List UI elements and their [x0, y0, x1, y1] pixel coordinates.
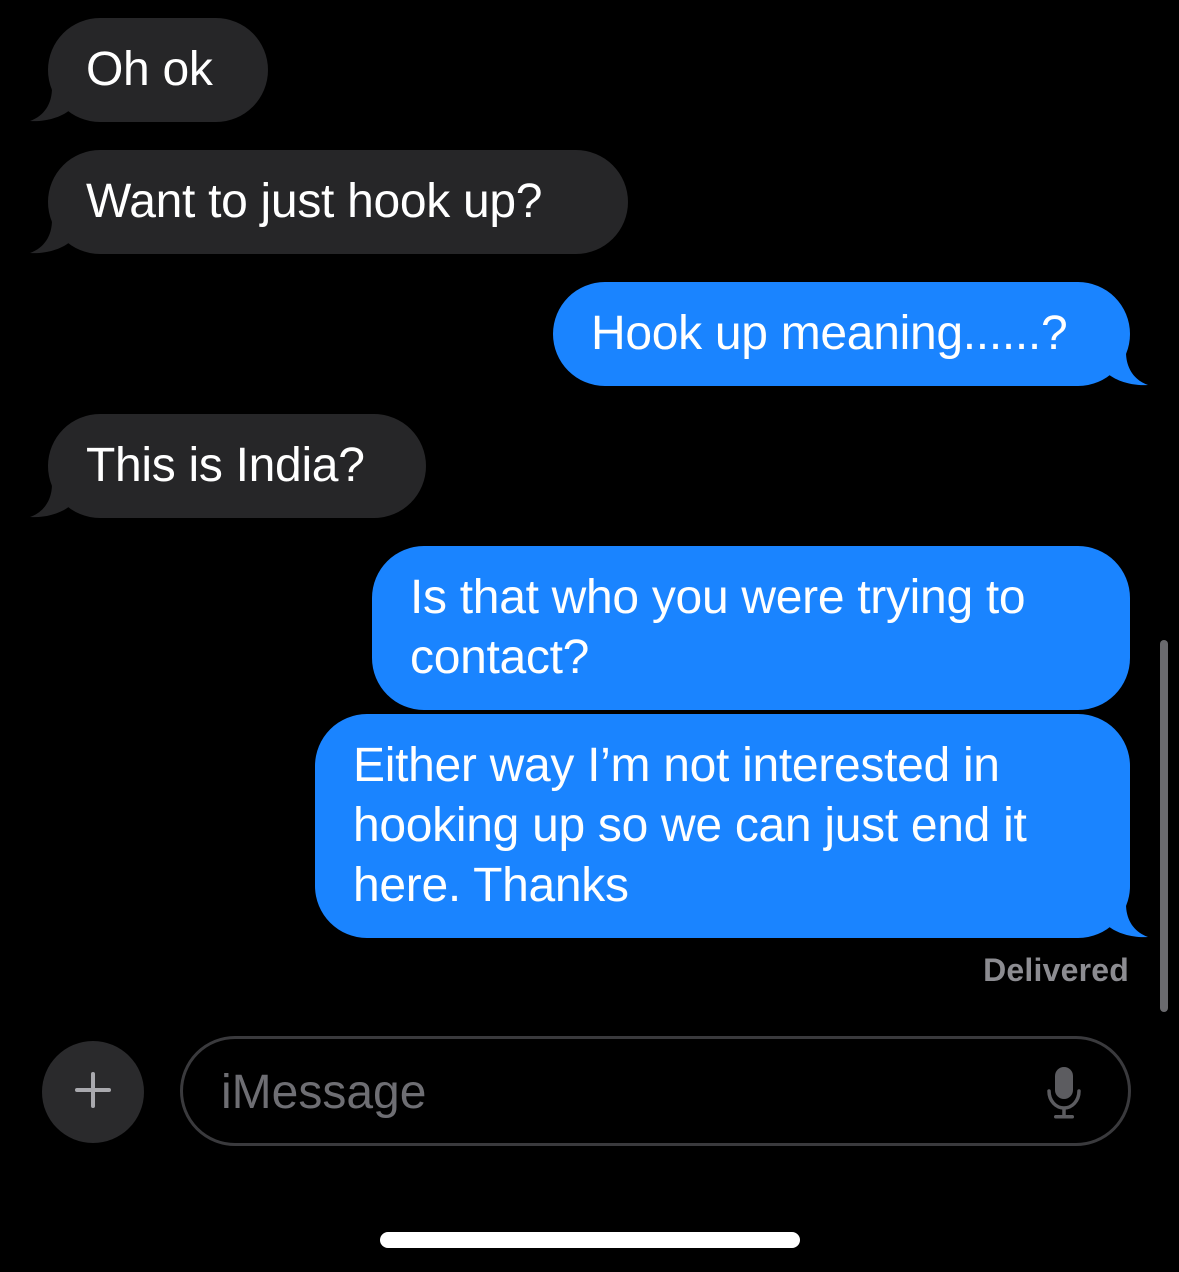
received-message-bubble[interactable]: This is India?	[48, 414, 426, 518]
bubble-tail	[30, 484, 70, 518]
sent-message-bubble[interactable]: Is that who you were trying to contact?	[372, 546, 1130, 710]
message-text: This is India?	[86, 439, 365, 492]
sent-message-bubble[interactable]: Either way I’m not interested in hooking…	[315, 714, 1130, 938]
scrollbar[interactable]	[1160, 640, 1168, 1012]
received-message-bubble[interactable]: Oh ok	[48, 18, 268, 122]
message-text: Want to just hook up?	[86, 175, 543, 228]
message-text: Either way I’m not interested in hooking…	[353, 739, 1027, 912]
message-input-container[interactable]	[180, 1036, 1131, 1146]
message-text: Is that who you were trying to contact?	[410, 571, 1026, 684]
delivery-status: Delivered	[983, 952, 1129, 988]
microphone-icon[interactable]	[1044, 1065, 1084, 1121]
bubble-tail	[1108, 904, 1148, 938]
bubble-tail	[30, 220, 70, 254]
received-message-bubble[interactable]: Want to just hook up?	[48, 150, 628, 254]
message-text: Hook up meaning......?	[591, 307, 1068, 360]
plus-icon	[73, 1070, 113, 1115]
message-text: Oh ok	[86, 43, 213, 96]
bubble-tail	[1108, 352, 1148, 386]
home-indicator[interactable]	[380, 1232, 800, 1248]
add-attachment-button[interactable]	[42, 1041, 144, 1143]
bubble-tail	[30, 88, 70, 122]
message-input[interactable]	[221, 1061, 1021, 1123]
sent-message-bubble[interactable]: Hook up meaning......?	[553, 282, 1130, 386]
